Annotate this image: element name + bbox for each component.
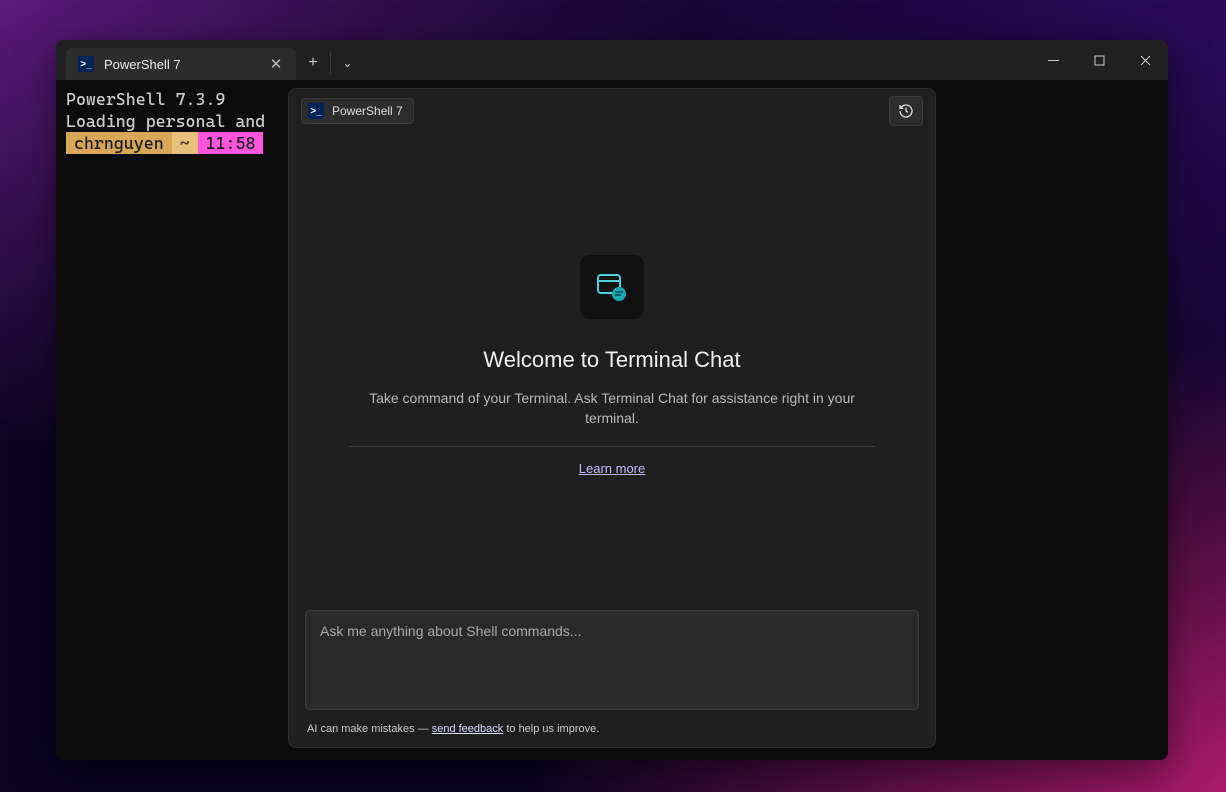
new-tab-button[interactable]: + (296, 46, 330, 80)
send-feedback-link[interactable]: send feedback (432, 723, 504, 735)
window-controls (1030, 40, 1168, 80)
window-body: PowerShell 7.3.9 Loading personal and ch… (56, 80, 1168, 760)
history-icon (898, 103, 914, 119)
prompt-user: chrnguyen (66, 132, 172, 154)
chat-header: >_ PowerShell 7 (289, 89, 935, 133)
divider (349, 446, 875, 447)
terminal-line: PowerShell 7.3.9 (66, 89, 225, 109)
footer-text: AI can make mistakes — (307, 723, 432, 735)
close-window-button[interactable] (1122, 40, 1168, 80)
terminal-chat-icon (580, 255, 644, 319)
terminal-chat-panel: >_ PowerShell 7 Welcome (288, 88, 936, 748)
maximize-button[interactable] (1076, 40, 1122, 80)
prompt: chrnguyen~11:58 (66, 132, 263, 154)
minimize-button[interactable] (1030, 40, 1076, 80)
learn-more-link[interactable]: Learn more (579, 461, 645, 476)
footer-text: to help us improve. (503, 723, 599, 735)
chat-subtitle: Take command of your Terminal. Ask Termi… (349, 389, 875, 428)
terminal-window: >_ PowerShell 7 ✕ + ⌄ PowerShell 7.3.9 L… (56, 40, 1168, 760)
tab-title: PowerShell 7 (104, 57, 256, 72)
powershell-icon: >_ (308, 103, 324, 119)
terminal-line: Loading personal and (66, 111, 265, 131)
powershell-icon: >_ (78, 56, 94, 72)
chat-input-area (289, 598, 935, 721)
chat-title: Welcome to Terminal Chat (483, 347, 740, 373)
chat-welcome: Welcome to Terminal Chat Take command of… (289, 133, 935, 598)
tab-dropdown-button[interactable]: ⌄ (330, 52, 364, 74)
terminal-output[interactable]: PowerShell 7.3.9 Loading personal and ch… (56, 80, 275, 760)
close-tab-button[interactable]: ✕ (266, 55, 286, 73)
prompt-path: ~ (172, 132, 198, 154)
titlebar: >_ PowerShell 7 ✕ + ⌄ (56, 40, 1168, 80)
chat-context-label: PowerShell 7 (332, 104, 403, 118)
chat-context-badge[interactable]: >_ PowerShell 7 (301, 98, 414, 124)
tab-powershell[interactable]: >_ PowerShell 7 ✕ (66, 48, 296, 80)
chat-footer: AI can make mistakes — send feedback to … (289, 721, 935, 747)
history-button[interactable] (889, 96, 923, 126)
chat-input[interactable] (305, 610, 919, 710)
prompt-time: 11:58 (198, 132, 264, 154)
